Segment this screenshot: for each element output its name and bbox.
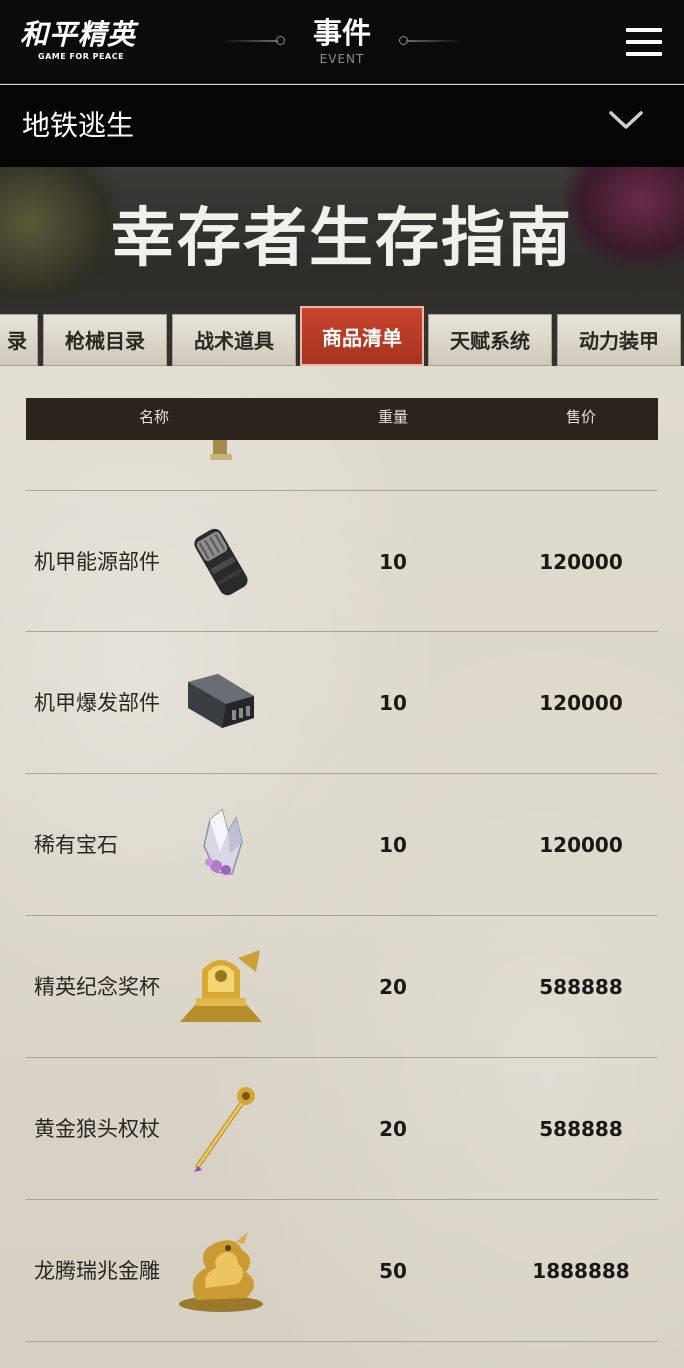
item-name: 稀有宝石: [34, 833, 118, 857]
item-price: 588888: [539, 1117, 623, 1141]
table-row: 龙腾瑞兆金雕 50 1888888: [26, 1200, 658, 1342]
item-price: 1888888: [532, 1259, 630, 1283]
event-subtitle: EVENT: [319, 52, 365, 66]
item-name: 黄金狼头权杖: [34, 1117, 160, 1141]
table-row: 机甲能源部件 10 120000: [26, 490, 658, 632]
trophy-icon: [180, 950, 262, 1022]
hero-title: 幸存者生存指南: [111, 202, 573, 276]
table-row: 精英纪念奖杯 20 588888: [26, 916, 658, 1058]
tab-firearms[interactable]: 枪械目录: [43, 314, 167, 366]
product-list-panel: 名称 重量 售价 机甲能源部件 10 120000 机甲爆发部件 10 1200…: [0, 366, 684, 1368]
scepter-icon: [194, 1087, 255, 1172]
item-name: 机甲能源部件: [34, 550, 160, 574]
tab-product-list[interactable]: 商品清单: [300, 306, 424, 366]
column-header-weight: 重量: [377, 408, 408, 426]
logo-subtitle: GAME FOR PEACE: [38, 52, 125, 61]
item-weight: 20: [379, 975, 407, 999]
dropdown-selected-label: 地铁逃生: [22, 109, 135, 142]
tab-power-armor[interactable]: 动力装甲: [557, 314, 681, 366]
hamburger-menu-icon[interactable]: [624, 26, 664, 58]
divider-right: [406, 40, 462, 42]
event-heading: 事件 EVENT: [222, 14, 462, 70]
golden-dragon-icon: [179, 1232, 263, 1312]
tab-catalog-partial[interactable]: 录: [0, 314, 38, 366]
event-title: 事件: [312, 16, 371, 50]
table-row: 黄金狼头权杖 20 588888: [26, 1058, 658, 1200]
logo-title: 和平精英: [20, 18, 137, 51]
table-header: 名称 重量 售价: [26, 398, 658, 440]
energy-cylinder-icon: [194, 528, 248, 596]
item-name: 精英纪念奖杯: [34, 975, 160, 999]
table-row: 机甲爆发部件 10 120000: [26, 632, 658, 774]
item-weight: 50: [379, 1259, 407, 1283]
chevron-down-icon[interactable]: [608, 108, 644, 132]
event-selector-dropdown[interactable]: 地铁逃生: [0, 85, 684, 167]
burst-part-icon: [188, 674, 254, 728]
game-logo[interactable]: 和平精英 GAME FOR PEACE: [20, 18, 150, 66]
top-navigation-bar: 和平精英 GAME FOR PEACE 事件 EVENT: [0, 0, 684, 84]
partial-item-icon: [210, 440, 232, 460]
column-header-name: 名称: [138, 408, 169, 426]
column-header-price: 售价: [565, 408, 596, 426]
gem-crystal-icon: [203, 808, 243, 875]
tab-talent-system[interactable]: 天赋系统: [428, 314, 552, 366]
item-name: 机甲爆发部件: [34, 691, 160, 715]
item-name: 龙腾瑞兆金雕: [34, 1259, 160, 1283]
item-weight: 20: [379, 1117, 407, 1141]
item-weight: 10: [379, 550, 407, 574]
tab-tactical-items[interactable]: 战术道具: [172, 314, 296, 366]
item-price: 120000: [539, 691, 623, 715]
item-price: 588888: [539, 975, 623, 999]
table-row: 稀有宝石 10 120000: [26, 774, 658, 916]
item-weight: 10: [379, 691, 407, 715]
item-price: 120000: [539, 550, 623, 574]
item-price: 120000: [539, 833, 623, 857]
item-weight: 10: [379, 833, 407, 857]
category-tabs: 录 枪械目录 战术道具 商品清单 天赋系统 动力装甲: [0, 306, 684, 366]
